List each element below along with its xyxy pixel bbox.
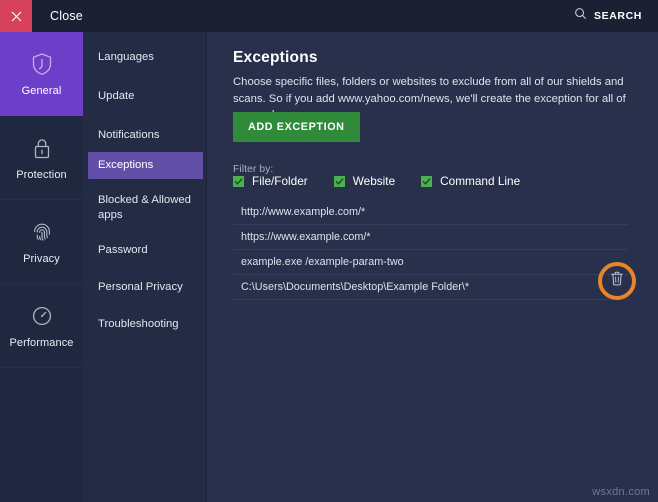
lock-icon bbox=[28, 134, 56, 162]
primary-nav-rail: General Protection bbox=[0, 32, 83, 502]
subnav-item-exceptions[interactable]: Exceptions bbox=[88, 152, 203, 179]
close-label[interactable]: Close bbox=[50, 9, 83, 23]
fingerprint-icon bbox=[28, 218, 56, 246]
search-icon bbox=[574, 7, 587, 25]
delete-exception-button[interactable] bbox=[608, 272, 626, 290]
table-row[interactable]: https://www.example.com/* bbox=[233, 225, 629, 250]
main-content: Exceptions Choose specific files, folder… bbox=[207, 32, 658, 502]
watermark: wsxdn.com bbox=[592, 486, 650, 498]
rail-item-performance-label: Performance bbox=[9, 337, 73, 349]
add-exception-button[interactable]: ADD EXCEPTION bbox=[233, 112, 360, 142]
title-bar: Close SEARCH bbox=[0, 0, 658, 32]
filter-website-label: Website bbox=[353, 174, 395, 188]
table-row[interactable]: http://www.example.com/* bbox=[233, 200, 629, 225]
close-icon bbox=[10, 10, 23, 23]
close-button[interactable] bbox=[0, 0, 32, 32]
subnav-item-troubleshooting[interactable]: Troubleshooting bbox=[88, 311, 203, 338]
rail-item-privacy-label: Privacy bbox=[23, 253, 60, 265]
filter-options: File/Folder Website Command Line bbox=[233, 174, 520, 188]
subnav-item-blocked-allowed-apps[interactable]: Blocked & Allowed apps bbox=[88, 187, 203, 229]
filter-file-folder[interactable]: File/Folder bbox=[233, 174, 308, 188]
shield-icon bbox=[28, 50, 56, 78]
secondary-nav: Languages Update Notifications Exception… bbox=[83, 32, 207, 502]
checkbox-checked-icon[interactable] bbox=[421, 176, 432, 187]
trash-icon bbox=[610, 271, 624, 291]
subnav-item-personal-privacy[interactable]: Personal Privacy bbox=[88, 274, 203, 301]
subnav-item-notifications[interactable]: Notifications bbox=[88, 122, 203, 149]
subnav-item-languages[interactable]: Languages bbox=[88, 44, 203, 71]
checkbox-checked-icon[interactable] bbox=[334, 176, 345, 187]
rail-item-protection-label: Protection bbox=[16, 169, 67, 181]
annotation-highlight-circle bbox=[598, 262, 636, 300]
exception-value: C:\Users\Documents\Desktop\Example Folde… bbox=[233, 281, 469, 293]
rail-item-general-label: General bbox=[22, 85, 62, 97]
rail-item-performance[interactable]: Performance bbox=[0, 284, 83, 368]
rail-item-general[interactable]: General bbox=[0, 32, 83, 116]
search-button[interactable]: SEARCH bbox=[574, 0, 642, 32]
filter-website[interactable]: Website bbox=[334, 174, 395, 188]
search-label: SEARCH bbox=[594, 10, 642, 22]
table-row[interactable]: C:\Users\Documents\Desktop\Example Folde… bbox=[233, 275, 629, 300]
table-row[interactable]: example.exe /example-param-two bbox=[233, 250, 629, 275]
checkbox-checked-icon[interactable] bbox=[233, 176, 244, 187]
page-title: Exceptions bbox=[233, 49, 318, 67]
subnav-item-password[interactable]: Password bbox=[88, 237, 203, 264]
filter-command-line[interactable]: Command Line bbox=[421, 174, 520, 188]
filter-command-line-label: Command Line bbox=[440, 174, 520, 188]
settings-window: Close SEARCH General bbox=[0, 0, 658, 502]
exception-value: example.exe /example-param-two bbox=[233, 256, 404, 268]
subnav-item-update[interactable]: Update bbox=[88, 83, 203, 110]
exceptions-list: http://www.example.com/* https://www.exa… bbox=[233, 200, 629, 300]
rail-item-protection[interactable]: Protection bbox=[0, 116, 83, 200]
gauge-icon bbox=[28, 302, 56, 330]
exception-value: https://www.example.com/* bbox=[233, 231, 371, 243]
filter-file-folder-label: File/Folder bbox=[252, 174, 308, 188]
exception-value: http://www.example.com/* bbox=[233, 206, 365, 218]
rail-item-privacy[interactable]: Privacy bbox=[0, 200, 83, 284]
